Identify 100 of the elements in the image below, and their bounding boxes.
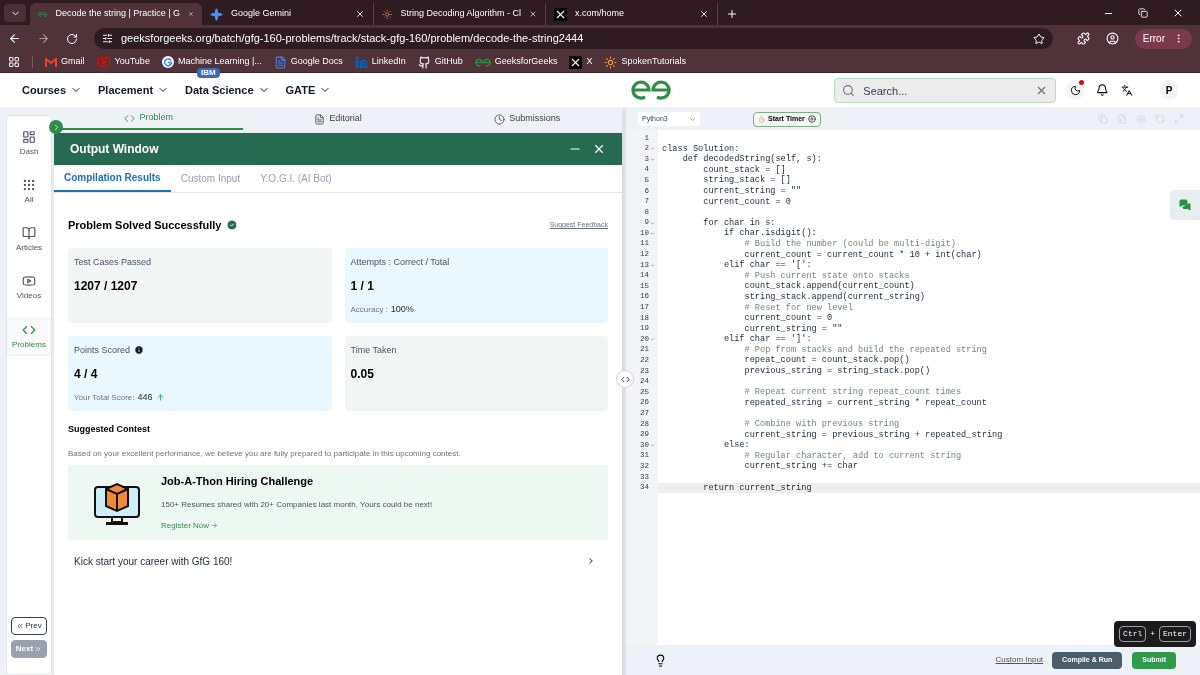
double-chevron-left-icon [16,622,25,630]
stat-note-value: 446 [137,391,153,404]
browser-tab[interactable]: Decode the string | Practice | G [30,3,202,25]
arrow-right-icon [211,522,218,530]
translate-icon[interactable] [1121,83,1134,97]
prev-button[interactable]: Prev [11,617,47,635]
restore-icon[interactable] [1138,8,1148,18]
code-comment: # Repeat current string repeat_count times [743,388,962,397]
x-logo-icon [554,7,567,21]
code-line: current_count = 0 [702,197,791,207]
code-line: elif char == ']': [722,335,812,344]
reload-icon[interactable] [66,32,78,45]
stat-note-label: Your Total Score: [74,391,135,404]
banner-text: Kick start your career with GfG 160! [74,554,234,569]
document-icon [314,113,326,125]
apps-icon[interactable] [8,56,20,68]
code-line: current_count = 0 [743,314,833,323]
close-icon[interactable] [355,9,365,19]
chevron-right-icon[interactable] [586,556,596,566]
code-line: return current_string [702,483,812,493]
new-tab-icon[interactable] [726,8,738,20]
stat-value: 4 / 4 [74,366,99,383]
nav-menu[interactable]: Placement [98,81,170,99]
stat-label: Test Cases Passed [74,255,152,269]
code-line: count_stack = [] [702,165,786,175]
side-nav-item[interactable]: Videos [7,270,51,306]
key-cap: Enter [1159,626,1191,642]
code-comment: # Pop from stacks and build the repeated string [743,345,987,355]
dark-mode-button[interactable] [1066,80,1084,100]
menu-badge: IBM [197,67,220,78]
burst-icon [604,55,618,69]
grid-icon [22,178,36,192]
code-comment: # Regular character, add to current string [743,451,962,461]
close-icon[interactable] [529,9,537,19]
code-icon [22,323,36,337]
code-comment: # Reset for new level [743,303,853,313]
bookmark-link[interactable]: YouTube [96,55,150,69]
chat-button[interactable] [1170,190,1200,220]
profile-error-button[interactable]: Error [1134,28,1192,49]
expand-button[interactable] [49,120,63,134]
code-comment: # Build the number (could be multi-digit) [743,239,956,249]
code-line: current_string = "" [743,324,843,334]
site-info-icon[interactable] [102,33,113,44]
user-avatar[interactable]: P [1160,80,1178,100]
code-editor[interactable] [626,130,1200,645]
stat-label: Attempts : Correct / Total [350,255,450,269]
close-icon[interactable] [592,142,606,156]
tab-search-button[interactable] [4,4,26,22]
code-line: current_string = "" [702,186,802,196]
custom-input-link[interactable]: Custom Input [995,654,1044,666]
bookmark-link[interactable]: Gmail [45,55,85,69]
document-icon [273,55,287,69]
extensions-icon[interactable] [1076,32,1090,45]
hint-icon[interactable] [654,653,667,667]
tab-title: x.com/home [575,7,626,21]
burst-icon [382,7,393,21]
gfg-logo-icon[interactable] [631,80,672,100]
register-link[interactable]: Register Now [161,519,433,532]
bookmark-link[interactable]: Google Docs [273,55,343,69]
info-icon[interactable] [134,345,145,356]
code-line: else: [722,441,750,450]
close-icon[interactable] [699,9,709,19]
side-nav-item[interactable]: Dash [7,126,51,162]
output-tab[interactable]: Compilation Results [54,165,171,192]
key-cap: Ctrl [1119,626,1147,642]
problem-tab[interactable]: Editorial [243,108,433,130]
address-bar[interactable]: geeksforgeeks.org/batch/gfg-160-problems/track/stack-gfg-160/problem/decode-the-string2444 [94,28,1053,49]
double-chevron-right-icon [34,645,43,653]
mail-icon [45,57,57,67]
problem-tab[interactable]: Submissions [432,108,622,130]
github-icon [417,55,431,69]
back-icon[interactable] [8,32,21,45]
bookmark-link[interactable]: SpokenTutorials [604,55,687,69]
linkedin-icon [354,55,368,69]
close-icon[interactable] [1172,7,1184,19]
bookmark-link[interactable]: Machine Learning |... [161,55,262,69]
gfg-logo-icon [38,9,48,19]
profile-icon[interactable] [1105,32,1119,45]
status-heading: Problem Solved Successfully [68,218,222,233]
search-field[interactable]: Search... [834,78,1057,103]
x-logo-icon [569,55,583,69]
nav-menu[interactable]: GATE [285,81,332,99]
side-nav-item[interactable]: Articles [7,222,51,258]
code-line: previous_string = string_stack.pop() [743,367,931,376]
notification-icon[interactable] [1095,83,1109,97]
side-nav-item[interactable]: All [7,174,51,210]
gfg-logo-icon [474,57,491,67]
bookmark-link[interactable]: GitHub [417,55,463,69]
bookmark-link[interactable]: X [569,55,593,69]
bookmark-link[interactable]: GeeksforGeeks [474,55,558,69]
nav-menu[interactable]: Courses [22,81,83,99]
bookmark-star-icon[interactable] [1032,32,1045,45]
nav-menu[interactable]: Data Science [185,81,270,99]
code-line: string_stack.append(current_string) [743,292,925,302]
promo-banner[interactable]: Kick start your career with GfG 160! [68,546,608,576]
side-nav-item[interactable]: Problems [7,318,51,356]
bookmark-link[interactable]: LinkedIn [354,55,406,69]
window-title: Output Window [70,141,160,158]
problem-tab[interactable]: Problem [54,108,244,130]
code-comment: # Combine with previous string [743,420,900,429]
